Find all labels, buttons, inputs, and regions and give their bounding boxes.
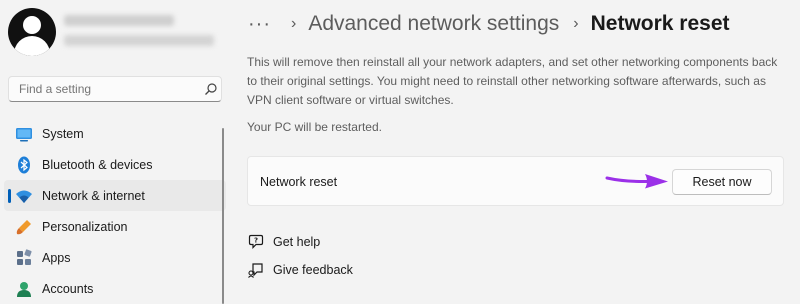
search-input[interactable] [8,76,222,102]
avatar-head [23,16,41,34]
personalization-icon [16,220,31,235]
sidebar-item-apps[interactable]: Apps [4,242,226,273]
sidebar-item-label: Apps [42,250,71,265]
reset-now-button[interactable]: Reset now [672,169,772,195]
sidebar-item-accounts[interactable]: Accounts [4,273,226,304]
sidebar-item-network[interactable]: Network & internet [4,180,226,211]
selection-indicator [8,189,11,203]
breadcrumb-more-button[interactable]: ··· [248,13,271,36]
system-icon [16,128,32,142]
get-help-label: Get help [273,235,321,249]
search-icon[interactable] [204,82,218,96]
sidebar-scrollbar[interactable] [222,128,224,304]
description-text: This will remove then reinstall all your… [247,55,778,107]
get-help-link[interactable]: ? Get help [248,232,320,252]
avatar-body [14,36,50,56]
sidebar-item-label: Accounts [42,281,94,296]
restart-note: Your PC will be restarted. [247,120,382,134]
sidebar-item-label: Network & internet [42,188,145,203]
user-name-blurred [64,15,174,26]
give-feedback-link[interactable]: Give feedback [248,260,353,280]
chevron-right-icon: › [290,15,297,32]
arrow-annotation-icon [605,174,668,189]
svg-text:?: ? [254,237,258,245]
breadcrumb-parent-link[interactable]: Advanced network settings [308,12,559,36]
network-reset-card: Network reset Reset now [247,156,784,206]
give-feedback-label: Give feedback [273,263,353,277]
feedback-icon [248,263,263,278]
sidebar-item-label: System [42,126,84,141]
avatar[interactable] [8,8,56,56]
accounts-icon [17,282,31,297]
apps-icon [17,249,32,265]
sidebar-item-system[interactable]: System [4,118,226,149]
help-icon: ? [248,234,264,249]
wifi-icon [16,190,32,203]
sidebar: System Bluetooth & devices Network & int… [0,0,226,304]
breadcrumb: ··· › Advanced network settings › Networ… [248,9,730,39]
sidebar-item-bluetooth[interactable]: Bluetooth & devices [4,149,226,180]
chevron-right-icon: › [573,15,579,32]
user-email-blurred [64,35,214,46]
sidebar-item-label: Personalization [42,219,128,234]
sidebar-item-personalization[interactable]: Personalization [4,211,226,242]
card-label: Network reset [260,175,338,189]
sidebar-nav: System Bluetooth & devices Network & int… [0,118,226,304]
sidebar-item-label: Bluetooth & devices [42,157,153,172]
bluetooth-icon [18,156,30,174]
page-title: Network reset [590,12,730,35]
